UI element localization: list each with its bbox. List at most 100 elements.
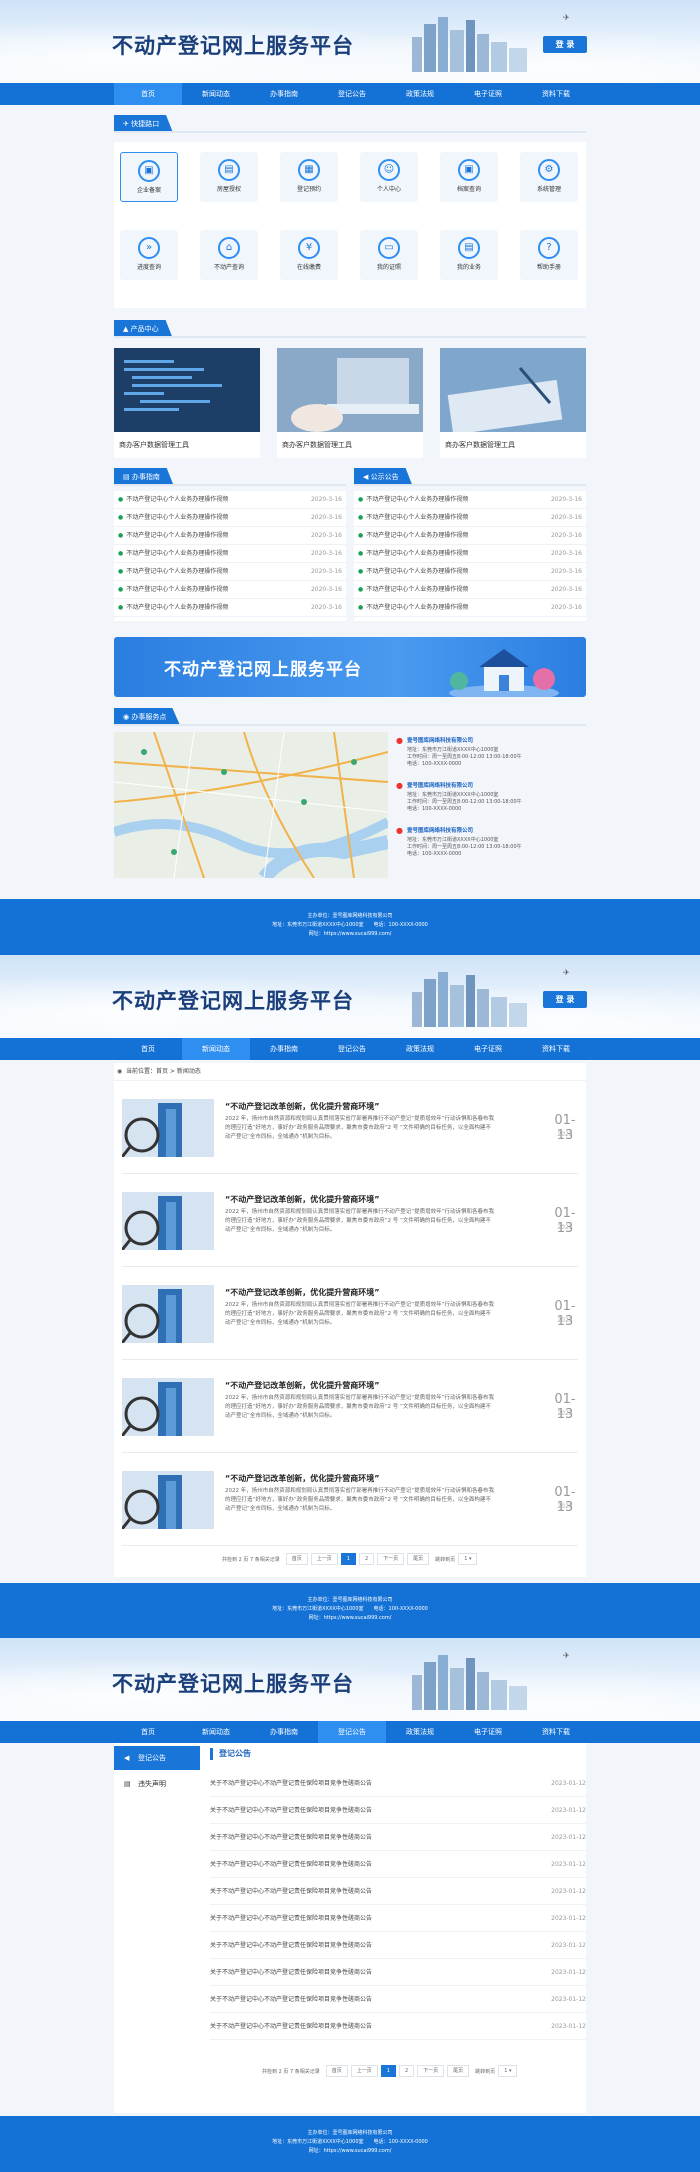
tile-personal-center[interactable]: ☺ 个人中心 bbox=[360, 152, 418, 202]
nav-item-guide[interactable]: 办事指南 bbox=[250, 1038, 318, 1060]
list-item[interactable]: ● 不动产登记中心个人业务办理操作视频 2020-3-16 bbox=[114, 491, 346, 509]
tile-my-business[interactable]: ▤ 我的业务 bbox=[440, 230, 498, 280]
nav-item-certificate[interactable]: 电子证照 bbox=[454, 1038, 522, 1060]
nav-item-news[interactable]: 新闻动态 bbox=[182, 83, 250, 105]
tile-house-authorization[interactable]: ▤ 房屋授权 bbox=[200, 152, 258, 202]
tile-archive-query[interactable]: ▣ 档案查询 bbox=[440, 152, 498, 202]
list-item[interactable]: ● 不动产登记中心个人业务办理操作视频 2020-3-16 bbox=[114, 527, 346, 545]
tile-appointment[interactable]: ▦ 登记预约 bbox=[280, 152, 338, 202]
notice-row[interactable]: 关于不动产登记中心不动产登记责任保险项目竞争性磋商公告 2023-01-12 bbox=[210, 1905, 586, 1932]
service-map[interactable] bbox=[114, 732, 388, 878]
nav-item-home[interactable]: 首页 bbox=[114, 1721, 182, 1743]
list-item[interactable]: ● 不动产登记中心个人业务办理操作视频 2020-3-16 bbox=[114, 599, 346, 617]
promo-banner[interactable]: 不动产登记网上服务平台 bbox=[114, 637, 586, 697]
notice-row[interactable]: 关于不动产登记中心不动产登记责任保险项目竞争性磋商公告 2023-01-12 bbox=[210, 1770, 586, 1797]
list-item[interactable]: ● 不动产登记中心个人业务办理操作视频 2020-3-16 bbox=[354, 491, 586, 509]
nav-item-download[interactable]: 资料下载 bbox=[522, 1721, 590, 1743]
notice-row-text: 关于不动产登记中心不动产登记责任保险项目竞争性磋商公告 bbox=[210, 1780, 373, 1787]
nav-item-certificate[interactable]: 电子证照 bbox=[454, 1721, 522, 1743]
first-page-button[interactable]: 首页 bbox=[325, 2065, 348, 2077]
page-2-button[interactable]: 2 bbox=[358, 1553, 375, 1565]
nav-item-policy[interactable]: 政策法规 bbox=[386, 1721, 454, 1743]
list-item-date: 2020-3-16 bbox=[550, 532, 582, 539]
last-page-button[interactable]: 尾页 bbox=[447, 2065, 470, 2077]
notice-row[interactable]: 关于不动产登记中心不动产登记责任保险项目竞争性磋商公告 2023-01-12 bbox=[210, 1851, 586, 1878]
notice-row[interactable]: 关于不动产登记中心不动产登记责任保险项目竞争性磋商公告 2023-01-12 bbox=[210, 1797, 586, 1824]
first-page-button[interactable]: 首页 bbox=[285, 1553, 308, 1565]
login-button[interactable]: 登 录 bbox=[543, 991, 587, 1008]
tile-system-management[interactable]: ⚙ 系统管理 bbox=[520, 152, 578, 202]
service-point[interactable]: ● 壹号图库网络科技有限公司 地址：东莞市万江街道XXXX中心1000室 工作时间：周… bbox=[393, 777, 586, 817]
list-item[interactable]: ● 不动产登记中心个人业务办理操作视频 2020-3-16 bbox=[114, 545, 346, 563]
product-card[interactable]: 商办客户数据管理工具 bbox=[277, 348, 423, 458]
notice-row[interactable]: 关于不动产登记中心不动产登记责任保险项目竞争性磋商公告 2023-01-12 bbox=[210, 2013, 586, 2040]
notice-row[interactable]: 关于不动产登记中心不动产登记责任保险项目竞争性磋商公告 2023-01-12 bbox=[210, 1959, 586, 1986]
nav-item-notice[interactable]: 登记公告 bbox=[318, 83, 386, 105]
list-item[interactable]: ● 不动产登记中心个人业务办理操作视频 2020-3-16 bbox=[354, 581, 586, 599]
service-point[interactable]: ● 壹号图库网络科技有限公司 地址：东莞市万江街道XXXX中心1000室 工作时间：周… bbox=[393, 732, 586, 772]
notice-row[interactable]: 关于不动产登记中心不动产登记责任保险项目竞争性磋商公告 2023-01-12 bbox=[210, 1878, 586, 1905]
list-item[interactable]: ● 不动产登记中心个人业务办理操作视频 2020-3-16 bbox=[354, 563, 586, 581]
list-item[interactable]: ● 不动产登记中心个人业务办理操作视频 2020-3-16 bbox=[114, 581, 346, 599]
news-item[interactable]: “不动产登记改革创新，优化提升营商环境” 2022 年，扬州市自然资源和规划局认… bbox=[122, 1081, 578, 1174]
nav-item-notice[interactable]: 登记公告 bbox=[318, 1721, 386, 1743]
page-select[interactable]: 1 ▾ bbox=[458, 1553, 478, 1565]
footer-website[interactable]: 网址：https://www.sucai999.com/ bbox=[0, 2147, 700, 2156]
nav-item-notice[interactable]: 登记公告 bbox=[318, 1038, 386, 1060]
page-2-button[interactable]: 2 bbox=[398, 2065, 415, 2077]
footer-website[interactable]: 网址：https://www.sucai999.com/ bbox=[0, 930, 700, 939]
list-item[interactable]: ● 不动产登记中心个人业务办理操作视频 2020-3-16 bbox=[114, 509, 346, 527]
nav-item-download[interactable]: 资料下载 bbox=[522, 1038, 590, 1060]
prev-page-button[interactable]: 上一页 bbox=[310, 1553, 338, 1565]
sidebar-item-registration-notice[interactable]: ◀ 登记公告 bbox=[114, 1746, 200, 1770]
page-select[interactable]: 1 ▾ bbox=[498, 2065, 518, 2077]
list-item[interactable]: ● 不动产登记中心个人业务办理操作视频 2020-3-16 bbox=[114, 563, 346, 581]
list-item[interactable]: ● 不动产登记中心个人业务办理操作视频 2020-3-16 bbox=[354, 509, 586, 527]
page-1-button[interactable]: 1 bbox=[380, 2065, 396, 2077]
list-item[interactable]: ● 不动产登记中心个人业务办理操作视频 2020-3-16 bbox=[354, 599, 586, 617]
notice-row[interactable]: 关于不动产登记中心不动产登记责任保险项目竞争性磋商公告 2023-01-12 bbox=[210, 1986, 586, 2013]
nav-item-home[interactable]: 首页 bbox=[114, 1038, 182, 1060]
tile-progress-query[interactable]: » 进度查询 bbox=[120, 230, 178, 280]
tile-property-query[interactable]: ⌂ 不动产查询 bbox=[200, 230, 258, 280]
tile-my-certificates[interactable]: ▭ 我的证照 bbox=[360, 230, 418, 280]
news-item[interactable]: “不动产登记改革创新，优化提升营商环境” 2022 年，扬州市自然资源和规划局认… bbox=[122, 1360, 578, 1453]
nav-item-policy[interactable]: 政策法规 bbox=[386, 83, 454, 105]
notice-row[interactable]: 关于不动产登记中心不动产登记责任保险项目竞争性磋商公告 2023-01-12 bbox=[210, 1824, 586, 1851]
next-page-button[interactable]: 下一页 bbox=[417, 2065, 445, 2077]
nav-item-news[interactable]: 新闻动态 bbox=[182, 1038, 250, 1060]
list-item-text: 不动产登记中心个人业务办理操作视频 bbox=[126, 568, 229, 575]
news-item[interactable]: “不动产登记改革创新，优化提升营商环境” 2022 年，扬州市自然资源和规划局认… bbox=[122, 1453, 578, 1546]
nav-item-guide[interactable]: 办事指南 bbox=[250, 83, 318, 105]
news-item[interactable]: “不动产登记改革创新，优化提升营商环境” 2022 年，扬州市自然资源和规划局认… bbox=[122, 1267, 578, 1360]
nav-item-home[interactable]: 首页 bbox=[114, 83, 182, 105]
prev-page-button[interactable]: 上一页 bbox=[350, 2065, 378, 2077]
tile-enterprise-filing[interactable]: ▣ 企业备案 bbox=[120, 152, 178, 202]
sidebar-item-loss-statement[interactable]: ▤ 违失声明 bbox=[114, 1772, 200, 1796]
nav-item-policy[interactable]: 政策法规 bbox=[386, 1038, 454, 1060]
nav-item-guide[interactable]: 办事指南 bbox=[250, 1721, 318, 1743]
nav-item-certificate[interactable]: 电子证照 bbox=[454, 83, 522, 105]
service-point-name: 壹号图库网络科技有限公司 bbox=[407, 738, 474, 744]
list-item[interactable]: ● 不动产登记中心个人业务办理操作视频 2020-3-16 bbox=[354, 527, 586, 545]
nav-item-download[interactable]: 资料下载 bbox=[522, 83, 590, 105]
last-page-button[interactable]: 尾页 bbox=[407, 1553, 430, 1565]
notice-row-text: 关于不动产登记中心不动产登记责任保险项目竞争性磋商公告 bbox=[210, 1888, 373, 1895]
footer-website[interactable]: 网址：https://www.sucai999.com/ bbox=[0, 1614, 700, 1623]
service-point[interactable]: ● 壹号图库网络科技有限公司 地址：东莞市万江街道XXXX中心1000室 工作时间：周… bbox=[393, 822, 586, 862]
page-1-button[interactable]: 1 bbox=[340, 1553, 356, 1565]
service-point-phone: 电话：100-XXXX-0000 bbox=[407, 806, 462, 812]
next-page-button[interactable]: 下一页 bbox=[377, 1553, 405, 1565]
nav-item-news[interactable]: 新闻动态 bbox=[182, 1721, 250, 1743]
tile-online-payment[interactable]: ¥ 在线缴费 bbox=[280, 230, 338, 280]
news-item[interactable]: “不动产登记改革创新，优化提升营商环境” 2022 年，扬州市自然资源和规划局认… bbox=[122, 1174, 578, 1267]
list-item-date: 2020-3-16 bbox=[310, 550, 342, 557]
site-footer: 主办单位：壹号图库网络科技有限公司 地址：东莞市万江街道XXXX中心1000室 … bbox=[0, 899, 700, 955]
login-button[interactable]: 登 录 bbox=[543, 36, 587, 53]
notice-row[interactable]: 关于不动产登记中心不动产登记责任保险项目竞争性磋商公告 2023-01-12 bbox=[210, 1932, 586, 1959]
list-item[interactable]: ● 不动产登记中心个人业务办理操作视频 2020-3-16 bbox=[354, 545, 586, 563]
product-card[interactable]: 商办客户数据管理工具 bbox=[440, 348, 586, 458]
notice-row-date: 2023-01-12 bbox=[551, 1996, 586, 2003]
product-card[interactable]: 商办客户数据管理工具 bbox=[114, 348, 260, 458]
tile-help-manual[interactable]: ? 帮助手册 bbox=[520, 230, 578, 280]
